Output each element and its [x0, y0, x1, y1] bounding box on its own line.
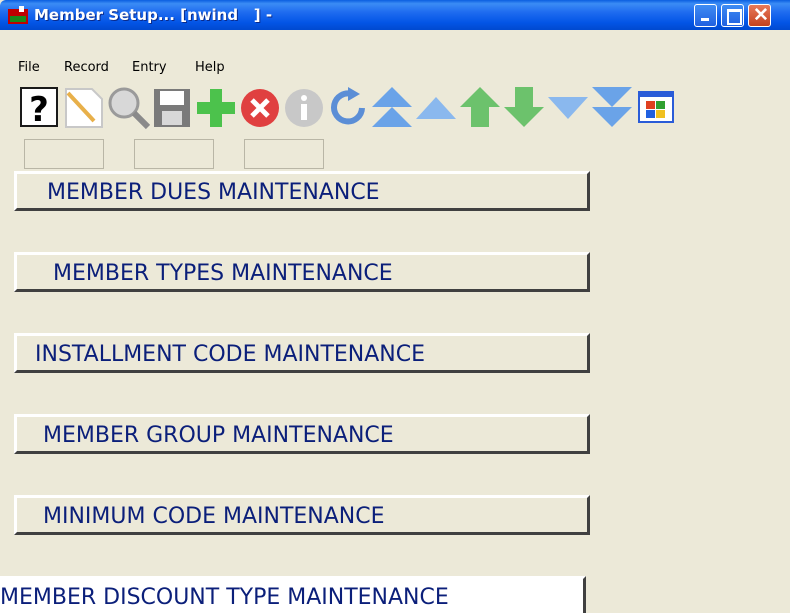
- record-field-1[interactable]: [24, 139, 104, 169]
- next-record-button[interactable]: [502, 83, 546, 131]
- member-dues-maintenance-button[interactable]: MEMBER DUES MAINTENANCE: [14, 171, 590, 211]
- last-record-icon: [592, 87, 632, 127]
- delete-button[interactable]: [238, 83, 282, 131]
- toolbar: ?: [18, 83, 778, 133]
- next-page-icon: [548, 97, 588, 119]
- first-record-button[interactable]: [370, 83, 414, 131]
- button-label: MINIMUM CODE MAINTENANCE: [43, 504, 385, 529]
- windows-button[interactable]: [634, 83, 678, 131]
- search-button[interactable]: [106, 83, 150, 131]
- close-icon: ✕: [753, 5, 769, 26]
- previous-page-icon: [416, 97, 456, 119]
- app-icon: [8, 6, 28, 24]
- window-title: Member Setup... [nwind ] -: [34, 6, 273, 24]
- refresh-button[interactable]: [326, 83, 370, 131]
- button-label: MEMBER DISCOUNT TYPE MAINTENANCE: [0, 585, 449, 610]
- menu-file[interactable]: File: [18, 60, 40, 75]
- previous-record-button[interactable]: [458, 83, 502, 131]
- installment-code-maintenance-button[interactable]: INSTALLMENT CODE MAINTENANCE: [14, 333, 590, 373]
- svg-text:?: ?: [29, 90, 49, 130]
- button-label: INSTALLMENT CODE MAINTENANCE: [35, 342, 426, 367]
- member-setup-window: Member Setup... [nwind ] - ✕ File Record…: [0, 0, 790, 613]
- windows-icon: [638, 91, 674, 123]
- minimum-code-maintenance-button[interactable]: MINIMUM CODE MAINTENANCE: [14, 495, 590, 535]
- record-field-3[interactable]: [244, 139, 324, 169]
- menu-record[interactable]: Record: [64, 60, 109, 75]
- menu-entry[interactable]: Entry: [132, 60, 167, 75]
- title-bar[interactable]: Member Setup... [nwind ] - ✕: [0, 0, 790, 30]
- refresh-icon: [331, 87, 365, 125]
- next-page-button[interactable]: [546, 83, 590, 131]
- delete-icon: [241, 89, 279, 127]
- last-record-button[interactable]: [590, 83, 634, 131]
- help-button[interactable]: ?: [18, 83, 62, 131]
- record-field-2[interactable]: [134, 139, 214, 169]
- member-types-maintenance-button[interactable]: MEMBER TYPES MAINTENANCE: [14, 252, 590, 292]
- previous-record-icon: [460, 87, 500, 127]
- close-button[interactable]: ✕: [748, 4, 771, 27]
- member-discount-type-maintenance-button[interactable]: MEMBER DISCOUNT TYPE MAINTENANCE: [0, 576, 586, 613]
- maximize-button[interactable]: [721, 4, 744, 27]
- new-record-icon: [65, 88, 103, 128]
- previous-page-button[interactable]: [414, 83, 458, 131]
- add-icon: [197, 89, 235, 127]
- search-icon: [108, 87, 150, 130]
- button-label: MEMBER DUES MAINTENANCE: [47, 180, 380, 205]
- save-button[interactable]: [150, 83, 194, 131]
- menu-help[interactable]: Help: [195, 60, 225, 75]
- member-group-maintenance-button[interactable]: MEMBER GROUP MAINTENANCE: [14, 414, 590, 454]
- info-button[interactable]: [282, 83, 326, 131]
- info-icon: [285, 89, 323, 127]
- help-icon: ?: [20, 87, 58, 130]
- save-icon: [154, 89, 190, 127]
- add-button[interactable]: [194, 83, 238, 131]
- new-record-button[interactable]: [62, 83, 106, 131]
- next-record-icon: [504, 87, 544, 127]
- button-label: MEMBER GROUP MAINTENANCE: [43, 423, 394, 448]
- button-label: MEMBER TYPES MAINTENANCE: [53, 261, 393, 286]
- minimize-button[interactable]: [694, 4, 717, 27]
- first-record-icon: [372, 87, 412, 127]
